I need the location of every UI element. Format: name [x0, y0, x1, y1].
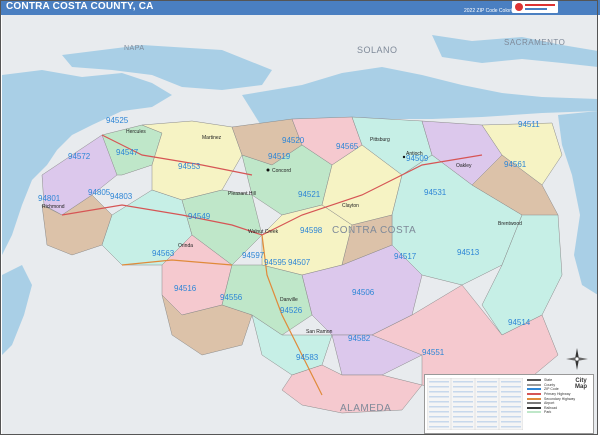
zip-label: 94553: [178, 162, 201, 171]
zip-label: 94595: [264, 258, 287, 267]
zip-label: 94556: [220, 293, 243, 302]
zip-label: 94507: [288, 258, 311, 267]
zip-label: 94582: [348, 334, 371, 343]
region-label-napa: NAPA: [124, 45, 145, 52]
city-label: Pleasant Hill: [228, 191, 256, 197]
citymap-logo: City Map: [569, 378, 593, 398]
city-label: Richmond: [42, 204, 65, 210]
zip-label: 94506: [352, 288, 375, 297]
zip-label: 94514: [508, 318, 531, 327]
city-label: San Ramon: [306, 329, 333, 335]
map-title: CONTRA COSTA COUNTY, CA: [6, 1, 154, 12]
logo-subtext: Map: [575, 384, 587, 390]
zip-code-map: CONTRA COSTA COUNTY, CA 2022 ZIP Code Co…: [0, 0, 600, 437]
compass-rose-icon: [566, 348, 588, 370]
zip-label: 94551: [422, 348, 445, 357]
zip-label: 94561: [504, 160, 527, 169]
title-bar: CONTRA COSTA COUNTY, CA 2022 ZIP Code Co…: [0, 0, 600, 15]
legend-key-label: Park: [544, 410, 552, 415]
zip-label: 94801: [38, 194, 61, 203]
legend-key-label: Railroad: [544, 405, 558, 410]
zip-label: 94549: [188, 212, 211, 221]
city-label: Brentwood: [498, 221, 522, 227]
city-label: Oakley: [456, 163, 472, 169]
zip-label: 94526: [280, 306, 303, 315]
city-label: Walnut Creek: [248, 229, 279, 235]
zip-index-table: [427, 378, 523, 430]
zip-label: 94531: [424, 188, 447, 197]
zip-label: 94805: [88, 188, 111, 197]
zip-label: 94547: [116, 148, 139, 157]
legend-key: Park: [527, 410, 591, 415]
legend-key-label: County: [544, 382, 556, 387]
legend-key-label: State: [544, 378, 553, 383]
legend-key-label: ZIP Code: [544, 387, 559, 392]
zip-label: 94511: [518, 120, 540, 129]
zip-label: 94803: [110, 192, 133, 201]
legend-key-label: Primary Highway: [544, 392, 571, 397]
city-label: Clayton: [342, 203, 359, 209]
zip-label: 94516: [174, 284, 197, 293]
zip-label: 94598: [300, 226, 323, 235]
zip-label: 94572: [68, 152, 91, 161]
zip-label: 94520: [282, 136, 305, 145]
city-label: Concord: [272, 168, 291, 174]
zip-label: 94513: [457, 248, 480, 257]
zip-label: 94517: [394, 252, 417, 261]
map-area[interactable]: NAPA SOLANO SACRAMENTO CONTRA COSTA ALAM…: [2, 15, 598, 435]
city-label: Orinda: [178, 243, 193, 249]
city-label: Martinez: [202, 135, 222, 141]
zip-label: 94521: [298, 190, 321, 199]
city-label: Danville: [280, 297, 298, 303]
zip-label: 94565: [336, 142, 359, 151]
zip-label: 94525: [106, 116, 129, 125]
city-label: Hercules: [126, 129, 146, 135]
legend-key-label: Airport: [544, 401, 555, 406]
zip-label: 94519: [268, 152, 291, 161]
city-label: Antioch: [406, 151, 423, 157]
region-label-contra-costa: CONTRA COSTA: [332, 225, 416, 236]
zip-label: 94597: [242, 251, 265, 260]
zip-label: 94583: [296, 353, 319, 362]
city-label: Pittsburg: [370, 137, 390, 143]
region-label-sacramento: SACRAMENTO: [504, 38, 565, 47]
region-label-alameda: ALAMEDA: [340, 403, 391, 414]
map-canvas[interactable]: NAPA SOLANO SACRAMENTO CONTRA COSTA ALAM…: [2, 15, 598, 435]
brand-logo: [512, 1, 558, 13]
region-label-solano: SOLANO: [357, 45, 398, 55]
zip-label: 94563: [152, 249, 175, 258]
